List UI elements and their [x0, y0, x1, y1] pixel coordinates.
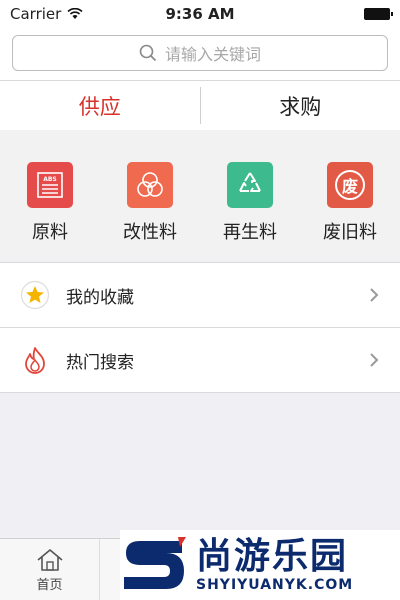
tab-home[interactable]: 首页 [0, 539, 100, 600]
flame-icon [20, 345, 50, 375]
category-grid: ABS 原料 改性料 再生料 废 废旧料 [0, 130, 400, 260]
tab-purchase[interactable]: 求购 [201, 81, 400, 130]
waste-char-badge: 废 [335, 170, 365, 200]
watermark-text: 尚游乐园 SHYIYUANYK.COM [196, 536, 354, 594]
search-input[interactable]: 请输入关键词 [12, 35, 388, 71]
category-modified-material[interactable]: 改性料 [110, 162, 190, 260]
category-label: 原料 [32, 222, 68, 243]
tab-supply[interactable]: 供应 [0, 81, 200, 130]
abs-document-icon: ABS [27, 162, 73, 208]
carrier-group: Carrier [10, 5, 83, 23]
star-icon [20, 280, 50, 310]
list-item-label: 我的收藏 [66, 287, 134, 308]
list-item-label: 热门搜索 [66, 352, 134, 373]
supply-demand-tabs: 供应 求购 [0, 80, 400, 130]
watermark-main: 尚游乐园 [196, 536, 349, 577]
watermark-logo: 尚游乐园 SHYIYUANYK.COM [120, 530, 400, 600]
status-bar: Carrier 9:36 AM [0, 0, 400, 28]
recycle-icon [227, 162, 273, 208]
list-item-hot-search[interactable]: 热门搜索 [0, 328, 400, 393]
watermark-sub: SHYIYUANYK.COM [196, 577, 354, 593]
search-placeholder: 请输入关键词 [164, 45, 261, 64]
triple-circle-icon [127, 162, 173, 208]
list-item-favorites[interactable]: 我的收藏 [0, 263, 400, 328]
search-icon [139, 44, 157, 62]
abs-icon-text: ABS [43, 176, 57, 183]
battery-icon [364, 8, 393, 20]
home-icon [36, 548, 63, 571]
menu-list: 我的收藏 热门搜索 [0, 262, 400, 393]
category-label: 废旧料 [323, 222, 377, 243]
chevron-right-icon [370, 288, 379, 302]
category-waste-material[interactable]: 废 废旧料 [310, 162, 390, 260]
category-label: 再生料 [223, 222, 277, 243]
wifi-icon [67, 8, 83, 19]
category-label: 改性料 [123, 222, 177, 243]
category-recycled-material[interactable]: 再生料 [210, 162, 290, 260]
category-raw-material[interactable]: ABS 原料 [10, 162, 90, 260]
waste-char-icon: 废 [327, 162, 373, 208]
s-logo-icon [124, 537, 186, 589]
tab-home-label: 首页 [36, 577, 63, 593]
chevron-right-icon [370, 353, 379, 367]
carrier-label: Carrier [10, 5, 62, 23]
search-bar: 请输入关键词 [0, 28, 400, 80]
